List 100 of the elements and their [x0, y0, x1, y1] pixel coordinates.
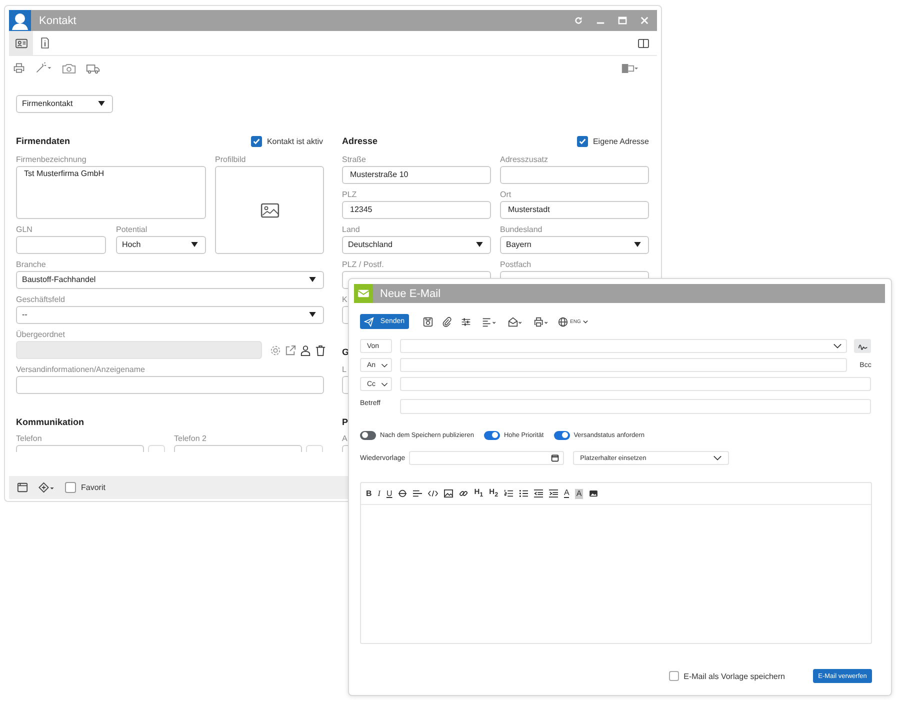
text-field[interactable]: Musterstadt	[500, 201, 649, 219]
field-label: Potential	[116, 224, 148, 236]
chevron-down-icon	[380, 382, 388, 386]
field-label: Geschäftsfeld	[16, 294, 65, 306]
window-title: Kontakt	[39, 14, 76, 26]
field-label: Straße	[342, 154, 366, 166]
truck-icon[interactable]	[86, 62, 100, 74]
envelope-open-icon[interactable]	[508, 316, 523, 326]
select-field[interactable]: Baustoff-Fachhandel	[16, 271, 324, 289]
globe-icon	[558, 316, 568, 326]
maximize-icon[interactable]	[618, 16, 627, 25]
chevron-down-icon	[833, 343, 842, 349]
text-field[interactable]: 12345	[342, 201, 491, 219]
field-label: Ort	[500, 189, 512, 201]
diamond-icon[interactable]	[38, 482, 55, 493]
section-heading: Firmendaten	[16, 136, 70, 146]
align-icon[interactable]	[413, 489, 422, 498]
magic-wand-icon[interactable]	[35, 62, 52, 74]
toggle-switch[interactable]	[360, 430, 376, 440]
caret-icon	[634, 242, 641, 247]
favorite-checkbox[interactable]: Favorit	[65, 482, 106, 493]
calendar-window-icon[interactable]	[17, 482, 28, 493]
text-field[interactable]	[500, 166, 649, 184]
field-label: Land	[342, 224, 360, 236]
signature-button[interactable]	[854, 339, 871, 353]
printer-icon[interactable]	[13, 62, 25, 74]
chevron-down-icon	[713, 455, 722, 461]
save-icon[interactable]	[423, 316, 433, 326]
image-icon[interactable]	[588, 490, 598, 497]
contact-card-icon	[14, 38, 28, 48]
caret-icon	[309, 312, 316, 317]
field-label: Adresszusatz	[500, 154, 548, 166]
checkbox[interactable]	[65, 482, 76, 493]
text-field[interactable]	[16, 376, 324, 394]
date-field[interactable]	[409, 451, 564, 465]
printer-icon[interactable]	[534, 316, 549, 326]
highlight-button[interactable]: A	[575, 488, 583, 498]
caret-icon	[476, 242, 483, 247]
checkbox[interactable]	[668, 671, 679, 681]
section-heading: Kommunikation	[16, 417, 84, 427]
paperclip-icon[interactable]	[442, 316, 452, 326]
trash-icon[interactable]	[315, 344, 326, 356]
image-icon[interactable]	[444, 489, 454, 498]
numbered-list-icon[interactable]	[504, 489, 514, 498]
to-field[interactable]	[400, 358, 847, 372]
select-field[interactable]: --	[16, 306, 324, 324]
from-field[interactable]	[400, 339, 847, 353]
subject-field[interactable]	[400, 399, 871, 414]
person-icon[interactable]	[300, 344, 311, 356]
camera-icon[interactable]	[62, 62, 76, 74]
info-document-icon	[40, 37, 50, 49]
toggle-switch[interactable]	[554, 430, 570, 440]
tab[interactable]	[9, 31, 33, 55]
code-icon[interactable]	[428, 489, 438, 498]
indent-icon[interactable]	[549, 489, 558, 498]
close-icon[interactable]	[640, 16, 649, 25]
checkbox[interactable]	[250, 136, 262, 146]
bold-button[interactable]: B	[366, 488, 372, 498]
own-address-checkbox[interactable]: Eigene Adresse	[576, 136, 649, 146]
field-label: Versandinformationen/Anzeigename	[16, 364, 145, 376]
section-heading: P	[342, 417, 348, 427]
window-title: Neue E-Mail	[380, 288, 441, 300]
field-label: Bundesland	[500, 224, 542, 236]
text-field[interactable]: Musterstraße 10	[342, 166, 491, 184]
underline-button[interactable]: U	[386, 488, 392, 498]
checkbox[interactable]	[576, 136, 588, 146]
profile-picture-field[interactable]	[215, 166, 324, 254]
field-label: A	[342, 433, 348, 445]
toggle-switch[interactable]	[484, 430, 500, 440]
text-area[interactable]: Tst Musterfirma GmbH	[16, 166, 206, 219]
align-left-icon[interactable]	[482, 316, 497, 326]
split-view-icon[interactable]	[638, 38, 649, 48]
send-icon	[364, 316, 374, 326]
envelope-icon	[354, 284, 373, 303]
refresh-icon[interactable]	[574, 16, 583, 25]
section-heading: Adresse	[342, 136, 378, 146]
select-field[interactable]: Deutschland	[342, 236, 491, 254]
sliders-icon[interactable]	[461, 316, 471, 326]
active-checkbox[interactable]: Kontakt ist aktiv	[250, 136, 323, 146]
field-label: Telefon 2	[174, 433, 206, 445]
image-icon	[260, 202, 280, 218]
contact-type-select[interactable]: Firmenkontakt	[16, 95, 113, 113]
cc-field[interactable]	[400, 377, 871, 391]
select-field[interactable]: Hoch	[116, 236, 206, 254]
external-link-icon[interactable]	[285, 344, 296, 356]
field-label: PLZ	[342, 189, 357, 201]
caret-icon	[309, 277, 316, 282]
field-label: PLZ / Postf.	[342, 259, 384, 271]
text-field[interactable]	[16, 236, 106, 254]
chevron-down-icon	[380, 362, 388, 368]
save-template-checkbox[interactable]: E-Mail als Vorlage speichern	[668, 671, 785, 681]
calendar-icon	[551, 454, 560, 462]
font-color-button[interactable]: A	[564, 489, 570, 498]
bullet-list-icon[interactable]	[519, 489, 528, 498]
select-field[interactable]: Bayern	[500, 236, 649, 254]
strikethrough-icon[interactable]	[398, 489, 408, 498]
link-icon[interactable]	[459, 489, 468, 498]
outdent-icon[interactable]	[534, 489, 544, 498]
italic-button[interactable]: I	[378, 488, 380, 498]
field-label: Profilbild	[215, 154, 246, 166]
